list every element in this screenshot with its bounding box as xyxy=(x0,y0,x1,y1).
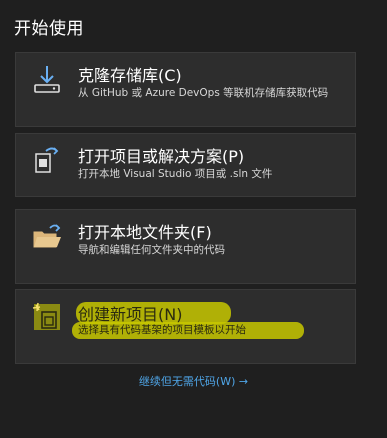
continue-without-code-link[interactable]: 继续但无需代码(W) → xyxy=(0,373,387,389)
open-project-title: 打开项目或解决方案(P) xyxy=(78,147,245,166)
open-folder-description: 导航和编辑任何文件夹中的代码 xyxy=(78,244,225,256)
open-project-icon xyxy=(35,147,59,173)
open-folder-button[interactable]: 打开本地文件夹(F) 导航和编辑任何文件夹中的代码 xyxy=(15,209,356,284)
open-folder-icon xyxy=(33,224,61,248)
open-project-button[interactable]: 打开项目或解决方案(P) 打开本地 Visual Studio 项目或 .sln… xyxy=(15,133,356,197)
clone-repository-description: 从 GitHub 或 Azure DevOps 等联机存储库获取代码 xyxy=(78,87,329,99)
page-title: 开始使用 xyxy=(14,19,84,39)
clone-repository-button[interactable]: 克隆存储库(C) 从 GitHub 或 Azure DevOps 等联机存储库获… xyxy=(15,52,356,127)
create-new-project-title: 创建新项目(N) xyxy=(78,305,183,324)
open-project-description: 打开本地 Visual Studio 项目或 .sln 文件 xyxy=(78,168,273,180)
clone-repository-title: 克隆存储库(C) xyxy=(78,66,182,85)
new-project-icon xyxy=(32,302,60,330)
create-new-project-description: 选择具有代码基架的项目模板以开始 xyxy=(78,324,246,336)
open-folder-title: 打开本地文件夹(F) xyxy=(78,223,212,242)
create-new-project-button[interactable]: 创建新项目(N) 选择具有代码基架的项目模板以开始 xyxy=(15,289,356,364)
clone-download-icon xyxy=(34,66,60,93)
